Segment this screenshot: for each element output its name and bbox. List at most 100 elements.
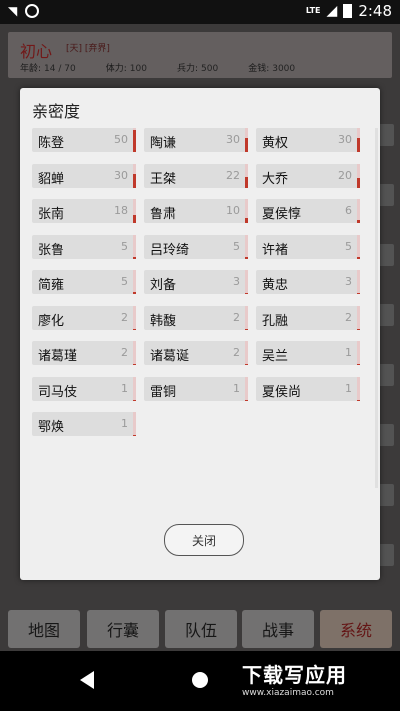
character-name: 许褚 xyxy=(262,242,289,258)
intimacy-value: 22 xyxy=(226,168,240,182)
intimacy-value: 2 xyxy=(121,346,128,359)
intimacy-bar-fill xyxy=(133,435,136,436)
intimacy-value: 1 xyxy=(345,381,352,395)
intimacy-item[interactable]: 鄂焕 1 xyxy=(32,412,136,436)
wifi-icon: ◥ xyxy=(8,4,18,18)
intimacy-value: 5 xyxy=(233,239,240,253)
back-icon[interactable] xyxy=(80,671,94,689)
intimacy-item[interactable]: 雷铜 1 xyxy=(144,376,248,401)
character-name: 黄权 xyxy=(262,136,289,151)
intimacy-item[interactable]: 简雍 5 xyxy=(32,270,136,294)
intimacy-item[interactable]: 貂蝉 30 xyxy=(32,163,136,188)
intimacy-item[interactable]: 司马伎 1 xyxy=(32,376,136,401)
intimacy-bar-track xyxy=(245,341,248,365)
intimacy-bar-fill xyxy=(133,364,136,365)
intimacy-value: 1 xyxy=(345,346,352,359)
intimacy-item[interactable]: 刘备 3 xyxy=(144,270,248,294)
intimacy-bar-track xyxy=(133,270,136,294)
intimacy-item[interactable]: 廖化 2 xyxy=(32,305,136,330)
intimacy-bar-track xyxy=(133,234,136,259)
intimacy-bar-track xyxy=(357,341,360,365)
intimacy-bar-fill xyxy=(245,399,248,401)
intimacy-item[interactable]: 鲁肃 10 xyxy=(144,199,248,223)
intimacy-bar-fill xyxy=(133,130,136,152)
intimacy-item[interactable]: 陶谦 30 xyxy=(144,128,248,152)
intimacy-value: 50 xyxy=(114,133,128,146)
intimacy-bar-fill xyxy=(133,173,136,188)
intimacy-bar-fill xyxy=(245,364,248,365)
intimacy-item[interactable]: 黄忠 3 xyxy=(256,270,360,294)
character-name: 鄂焕 xyxy=(38,420,65,435)
intimacy-item[interactable]: 吕玲绮 5 xyxy=(144,234,248,259)
intimacy-bar-fill xyxy=(245,218,248,223)
character-name: 夏侯惇 xyxy=(262,207,302,222)
character-name: 孔融 xyxy=(262,313,289,329)
close-button[interactable]: 关闭 xyxy=(164,524,244,556)
intimacy-bar-fill xyxy=(133,292,136,294)
intimacy-value: 30 xyxy=(338,133,352,146)
character-name: 张南 xyxy=(38,207,65,222)
intimacy-value: 5 xyxy=(121,275,128,288)
intimacy-item[interactable]: 黄权 30 xyxy=(256,128,360,152)
system-nav-bar: 下载写应用 www.xiazaimao.com xyxy=(0,651,400,711)
intimacy-bar-fill xyxy=(245,176,248,188)
signal-icon: ◢ xyxy=(326,3,338,19)
intimacy-bar-track xyxy=(357,270,360,294)
intimacy-bar-track xyxy=(133,412,136,436)
character-name: 夏侯尚 xyxy=(262,384,302,400)
status-bar: ◥ LTE ◢ 2:48 xyxy=(0,0,400,24)
intimacy-item[interactable]: 王桀 22 xyxy=(144,163,248,188)
intimacy-item[interactable]: 孔融 2 xyxy=(256,305,360,330)
intimacy-bar-track xyxy=(245,376,248,401)
intimacy-bar-fill xyxy=(357,328,360,330)
intimacy-item[interactable]: 吴兰 1 xyxy=(256,341,360,365)
intimacy-value: 3 xyxy=(233,275,240,288)
notification-icon xyxy=(25,4,40,18)
intimacy-bar-track xyxy=(133,305,136,330)
intimacy-bar-fill xyxy=(357,293,360,294)
intimacy-value: 2 xyxy=(345,310,352,324)
intimacy-item[interactable]: 韩馥 2 xyxy=(144,305,248,330)
intimacy-value: 5 xyxy=(121,239,128,253)
intimacy-bar-fill xyxy=(357,220,360,223)
character-name: 黄忠 xyxy=(262,278,289,293)
intimacy-item[interactable]: 夏侯惇 6 xyxy=(256,199,360,223)
character-name: 大乔 xyxy=(262,171,289,187)
intimacy-bar-fill xyxy=(357,256,360,259)
character-name: 司马伎 xyxy=(38,384,78,400)
intimacy-value: 3 xyxy=(345,275,352,288)
intimacy-item[interactable]: 张鲁 5 xyxy=(32,234,136,259)
home-icon[interactable] xyxy=(192,672,208,688)
intimacy-item[interactable]: 夏侯尚 1 xyxy=(256,376,360,401)
character-name: 张鲁 xyxy=(38,242,65,258)
scrollbar[interactable] xyxy=(375,128,378,488)
dialog-title: 亲密度 xyxy=(32,102,81,121)
intimacy-bar-fill xyxy=(133,256,136,259)
character-name: 貂蝉 xyxy=(38,171,65,187)
intimacy-bar-fill xyxy=(133,215,136,223)
intimacy-value: 30 xyxy=(226,133,240,146)
intimacy-value: 2 xyxy=(233,310,240,324)
character-name: 刘备 xyxy=(150,278,177,293)
intimacy-bar-fill xyxy=(133,328,136,330)
intimacy-item[interactable]: 张南 18 xyxy=(32,199,136,223)
intimacy-item[interactable]: 陈登 50 xyxy=(32,128,136,152)
intimacy-value: 2 xyxy=(233,346,240,359)
watermark-url: www.xiazaimao.com xyxy=(242,688,334,698)
intimacy-bar-fill xyxy=(357,364,360,365)
intimacy-bar-fill xyxy=(245,256,248,259)
intimacy-value: 10 xyxy=(226,204,240,217)
intimacy-item[interactable]: 大乔 20 xyxy=(256,163,360,188)
intimacy-dialog: 亲密度 陈登 50 陶谦 30 黄权 30 貂蝉 30 王桀 22 大乔 20 张南 18 鲁肃 10 夏侯惇 6… xyxy=(20,88,380,580)
intimacy-item[interactable]: 诸葛瑾 2 xyxy=(32,341,136,365)
intimacy-bar-fill xyxy=(357,138,360,152)
intimacy-item[interactable]: 诸葛诞 2 xyxy=(144,341,248,365)
intimacy-item[interactable]: 许褚 5 xyxy=(256,234,360,259)
intimacy-bar-fill xyxy=(133,399,136,401)
character-name: 诸葛诞 xyxy=(150,349,190,364)
intimacy-bar-track xyxy=(245,305,248,330)
intimacy-bar-track xyxy=(133,376,136,401)
battery-icon xyxy=(343,4,353,18)
character-name: 韩馥 xyxy=(150,313,177,329)
intimacy-bar-fill xyxy=(245,328,248,330)
